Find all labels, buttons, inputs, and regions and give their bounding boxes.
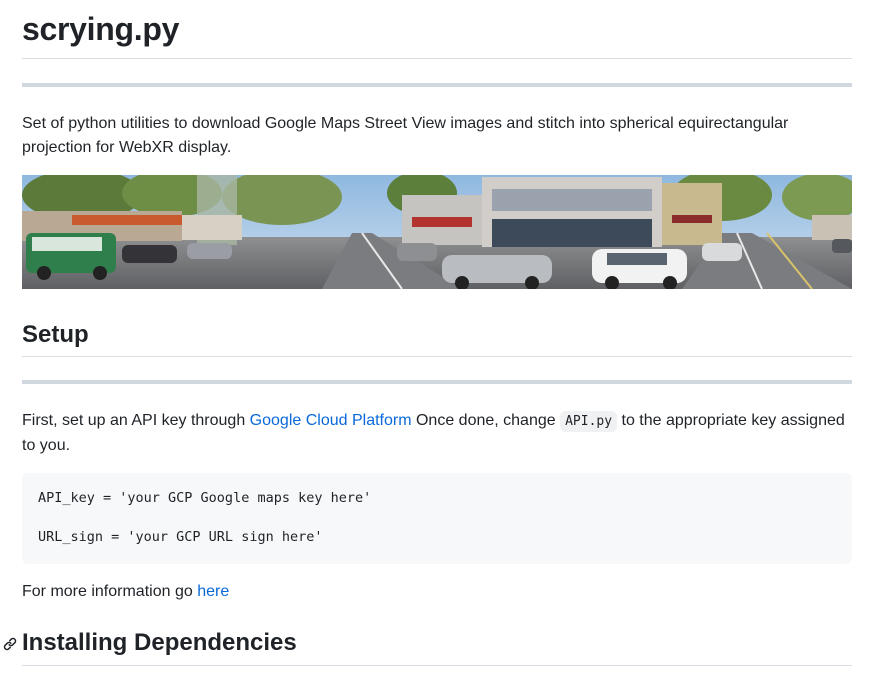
- installing-heading: Installing Dependencies: [22, 629, 297, 656]
- setup-heading: Setup: [22, 321, 89, 348]
- setup-section-divider: [22, 380, 852, 384]
- setup-heading-underline: [22, 356, 852, 357]
- installing-heading-container: Installing Dependencies: [3, 628, 852, 660]
- gcp-link[interactable]: Google Cloud Platform: [250, 412, 412, 429]
- page-title: scrying.py: [22, 11, 180, 47]
- setup-paragraph: First, set up an API key through Google …: [22, 409, 852, 458]
- setup-text-middle: Once done, change: [411, 412, 561, 429]
- code-line-api-key: API_key = 'your GCP Google maps key here…: [38, 490, 372, 506]
- inline-code-api: API.py: [560, 411, 618, 432]
- code-block: API_key = 'your GCP Google maps key here…: [22, 473, 852, 564]
- more-info-paragraph: For more information go here: [22, 580, 852, 604]
- more-info-link[interactable]: here: [197, 583, 229, 600]
- code-line-url-sign: URL_sign = 'your GCP URL sign here': [38, 529, 323, 545]
- installing-heading-underline: [22, 665, 852, 666]
- title-underline: [22, 58, 852, 59]
- description: Set of python utilities to download Goog…: [22, 115, 789, 156]
- section-divider: [22, 83, 852, 87]
- setup-text-before: First, set up an API key through: [22, 412, 250, 429]
- link-icon[interactable]: [2, 636, 18, 652]
- street-view-panorama: [22, 175, 852, 289]
- more-info-text: For more information go: [22, 583, 198, 600]
